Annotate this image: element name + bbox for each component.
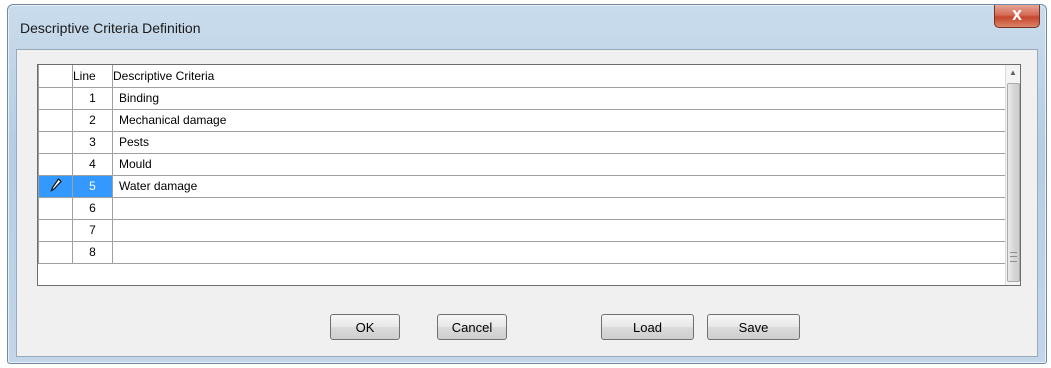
row-selector-active[interactable]	[38, 174, 73, 198]
line-number-cell[interactable]: 8	[72, 240, 113, 264]
table-row[interactable]: 3 Pests	[38, 130, 1006, 154]
criteria-cell[interactable]	[112, 196, 1006, 220]
table-row[interactable]: 7	[38, 218, 1006, 242]
title-bar: Descriptive Criteria Definition X	[8, 5, 1046, 47]
line-number-cell[interactable]: 6	[72, 196, 113, 220]
line-number-cell[interactable]: 2	[72, 108, 113, 132]
line-number-cell[interactable]: 4	[72, 152, 113, 176]
scrollbar-thumb[interactable]	[1007, 83, 1020, 282]
line-number-cell[interactable]: 5	[72, 174, 113, 198]
criteria-cell[interactable]	[112, 240, 1006, 264]
row-selector[interactable]	[38, 240, 73, 264]
criteria-cell[interactable]	[112, 218, 1006, 242]
criteria-cell[interactable]: Water damage	[112, 174, 1006, 198]
row-selector[interactable]	[38, 196, 73, 220]
row-header-corner	[38, 65, 73, 88]
row-selector[interactable]	[38, 108, 73, 132]
load-button[interactable]: Load	[601, 314, 694, 340]
close-button[interactable]: X	[994, 5, 1040, 28]
table-row[interactable]: 4 Mould	[38, 152, 1006, 176]
header-row: Line Descriptive Criteria	[38, 65, 1006, 88]
table-row[interactable]: 1 Binding	[38, 86, 1006, 110]
criteria-cell[interactable]: Mechanical damage	[112, 108, 1006, 132]
table-row[interactable]: 2 Mechanical damage	[38, 108, 1006, 132]
line-number-cell[interactable]: 7	[72, 218, 113, 242]
criteria-cell[interactable]: Mould	[112, 152, 1006, 176]
column-header-descriptive-criteria[interactable]: Descriptive Criteria	[112, 65, 1006, 88]
table-row[interactable]: 6	[38, 196, 1006, 220]
ok-button[interactable]: OK	[330, 314, 400, 340]
row-selector[interactable]	[38, 130, 73, 154]
dialog-client-area: Line Descriptive Criteria 1 Binding 2 Me…	[16, 49, 1038, 357]
row-selector[interactable]	[38, 152, 73, 176]
grip-icon	[1010, 252, 1017, 262]
row-selector[interactable]	[38, 218, 73, 242]
column-header-line[interactable]: Line	[72, 65, 113, 88]
cancel-button[interactable]: Cancel	[437, 314, 507, 340]
vertical-scrollbar[interactable]: ▲	[1005, 65, 1020, 285]
criteria-cell[interactable]: Pests	[112, 130, 1006, 154]
table-row-editing[interactable]: 5 Water damage	[38, 174, 1006, 198]
criteria-cell[interactable]: Binding	[112, 86, 1006, 110]
close-icon: X	[1011, 8, 1023, 24]
criteria-grid[interactable]: Line Descriptive Criteria 1 Binding 2 Me…	[37, 64, 1021, 286]
line-number-cell[interactable]: 3	[72, 130, 113, 154]
table-row[interactable]: 8	[38, 240, 1006, 264]
line-number-cell[interactable]: 1	[72, 86, 113, 110]
pencil-icon	[49, 177, 62, 192]
criteria-table: Line Descriptive Criteria 1 Binding 2 Me…	[38, 65, 1006, 264]
window-title: Descriptive Criteria Definition	[20, 20, 201, 36]
scroll-up-icon[interactable]: ▲	[1006, 65, 1020, 81]
dialog-window: Descriptive Criteria Definition X Line D…	[7, 4, 1047, 364]
save-button[interactable]: Save	[707, 314, 800, 340]
row-selector[interactable]	[38, 86, 73, 110]
